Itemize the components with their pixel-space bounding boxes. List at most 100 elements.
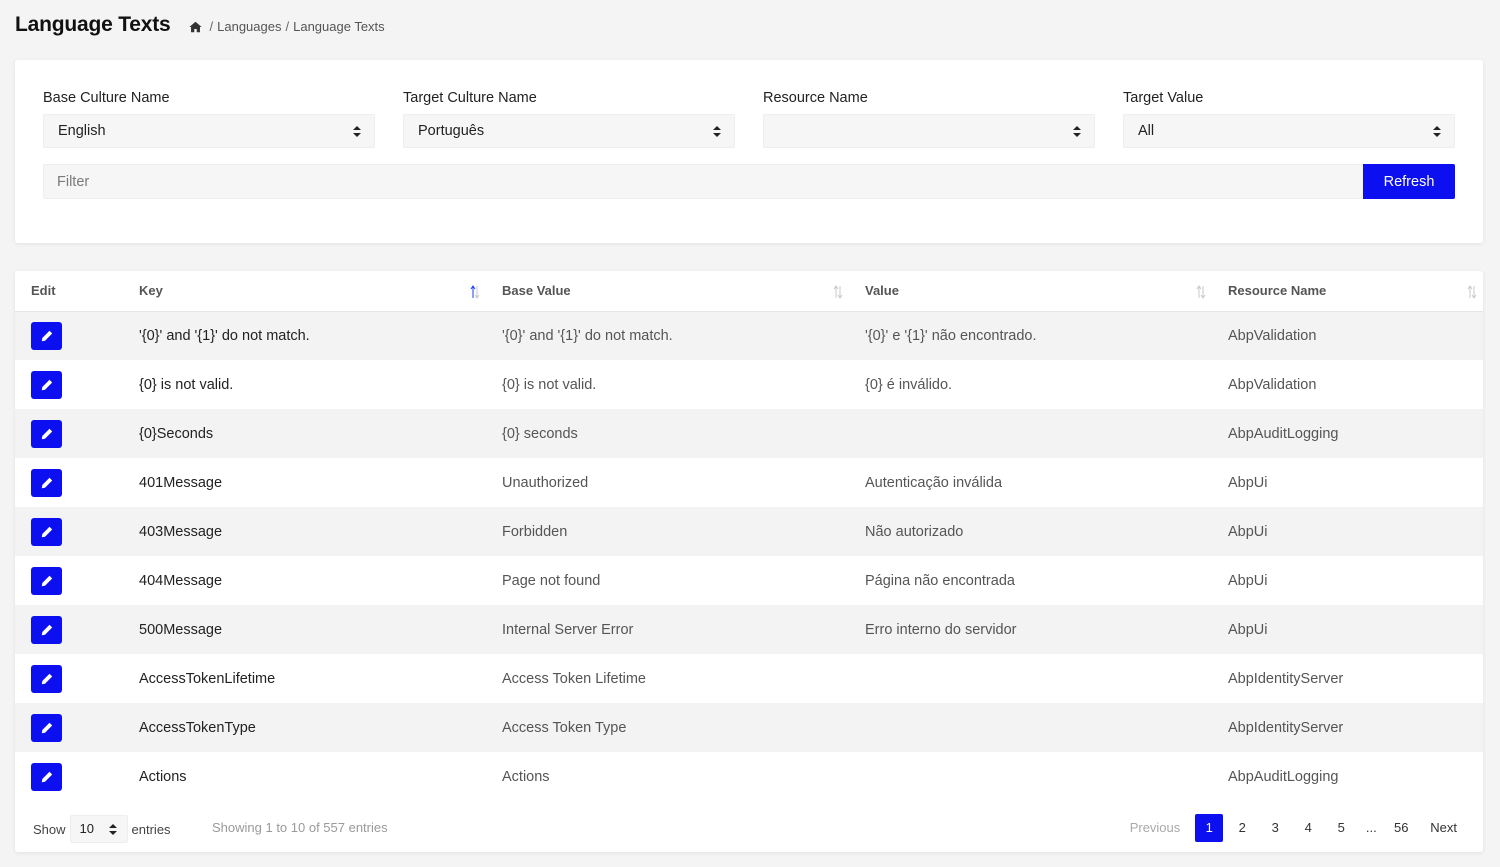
base-value-cell: {0} is not valid. [502,376,597,393]
table-row: 401Message Unauthorized Autenticação inv… [15,458,1483,507]
page-title: Language Texts [15,13,171,36]
edit-button[interactable] [31,517,62,546]
key-cell: Actions [139,768,187,785]
filter-card: Base Culture Name English Target Culture… [15,60,1483,243]
resource-name-cell: AbpUi [1228,572,1268,589]
breadcrumb-item-languages[interactable]: Languages [217,19,281,34]
value-cell: Página não encontrada [865,572,1015,589]
table-row: '{0}' and '{1}' do not match. '{0}' and … [15,311,1483,360]
base-culture-field: Base Culture Name English [43,89,375,148]
table-row: 500Message Internal Server Error Erro in… [15,605,1483,654]
target-value-field: Target Value All [1123,89,1455,148]
base-value-cell: Forbidden [502,523,568,540]
edit-button[interactable] [31,468,62,497]
value-cell: Autenticação inválida [865,474,1003,491]
base-culture-label: Base Culture Name [43,90,170,106]
edit-button[interactable] [31,370,62,399]
page-button-5[interactable]: 5 [1327,814,1355,842]
pencil-icon [41,624,52,635]
column-header-value[interactable]: Value [849,271,1212,312]
pencil-icon [41,477,52,488]
resource-name-field: Resource Name [763,89,1095,148]
page-button-4[interactable]: 4 [1294,814,1322,842]
edit-cell [15,507,123,556]
breadcrumb-separator: / [285,19,290,34]
key-cell: AccessTokenLifetime [139,670,276,687]
sort-caret-icon [1433,126,1441,137]
value-cell: Não autorizado [865,523,964,540]
key-cell: AccessTokenType [139,719,256,736]
language-texts-table: Edit Key Base Value Value Resource Name … [15,271,1483,801]
key-cell: 401Message [139,474,223,491]
value-cell: '{0}' e '{1}' não encontrado. [865,327,1037,344]
sort-icon [833,285,843,299]
resource-name-cell: AbpIdentityServer [1228,719,1344,736]
table-row: {0}Seconds {0} seconds AbpAuditLogging [15,409,1483,458]
column-header-base-value[interactable]: Base Value [486,271,849,312]
page-button-last[interactable]: 56 [1387,814,1415,842]
previous-page-button[interactable]: Previous [1126,814,1185,842]
table-row: 404Message Page not found Página não enc… [15,556,1483,605]
edit-cell [15,409,123,458]
pencil-icon [41,722,52,733]
pencil-icon [41,673,52,684]
key-cell: '{0}' and '{1}' do not match. [139,327,310,344]
edit-cell [15,605,123,654]
page-button-3[interactable]: 3 [1261,814,1289,842]
table-footer: Show 10 entries Showing 1 to 10 of 557 e… [15,801,1483,851]
edit-cell [15,654,123,703]
base-culture-value: English [58,123,106,139]
pencil-icon [41,526,52,537]
page-button-2[interactable]: 2 [1228,814,1256,842]
page-header: Language Texts / Languages / Language Te… [15,10,385,40]
edit-button[interactable] [31,566,62,595]
page-button-1[interactable]: 1 [1195,814,1224,842]
table-info: Showing 1 to 10 of 557 entries [212,820,388,835]
edit-button[interactable] [31,762,62,791]
column-header-resource-name[interactable]: Resource Name [1212,271,1483,312]
value-cell [849,654,1212,703]
resource-name-cell: AbpUi [1228,474,1268,491]
edit-cell [15,556,123,605]
edit-cell [15,458,123,507]
next-page-button[interactable]: Next [1424,814,1463,842]
table-row: Actions Actions AbpAuditLogging [15,752,1483,801]
pencil-icon [41,575,52,586]
resource-name-cell: AbpIdentityServer [1228,670,1344,687]
edit-button[interactable] [31,664,62,693]
edit-button[interactable] [31,321,62,350]
resource-name-cell: AbpUi [1228,523,1268,540]
base-value-cell: Page not found [502,572,601,589]
page-size-select[interactable]: 10 [69,815,128,843]
target-value-select[interactable]: All [1123,114,1455,148]
value-cell [849,409,1212,458]
sort-caret-icon [713,126,721,137]
sort-caret-icon [108,824,117,835]
edit-button[interactable] [31,419,62,448]
resource-name-select[interactable] [763,114,1095,148]
base-value-cell: '{0}' and '{1}' do not match. [502,327,673,344]
edit-cell [15,703,123,752]
edit-button[interactable] [31,713,62,742]
filter-input[interactable] [43,164,1363,199]
column-header-edit: Edit [15,271,123,312]
edit-button[interactable] [31,615,62,644]
refresh-button[interactable]: Refresh [1363,164,1455,199]
base-value-cell: {0} seconds [502,425,578,442]
sort-icon [1196,285,1206,299]
key-cell: {0} is not valid. [139,376,234,393]
key-cell: {0}Seconds [139,425,214,442]
resource-name-cell: AbpUi [1228,621,1268,638]
resource-name-cell: AbpAuditLogging [1228,768,1339,785]
base-culture-select[interactable]: English [43,114,375,148]
value-cell [849,752,1212,801]
target-culture-field: Target Culture Name Português [403,89,735,148]
home-icon[interactable] [188,21,202,33]
page-size-value: 10 [79,821,94,836]
base-value-cell: Internal Server Error [502,621,634,638]
column-header-key[interactable]: Key [123,271,486,312]
edit-cell [15,360,123,409]
target-culture-select[interactable]: Português [403,114,735,148]
value-cell: {0} é inválido. [865,376,953,393]
table-row: 403Message Forbidden Não autorizado AbpU… [15,507,1483,556]
